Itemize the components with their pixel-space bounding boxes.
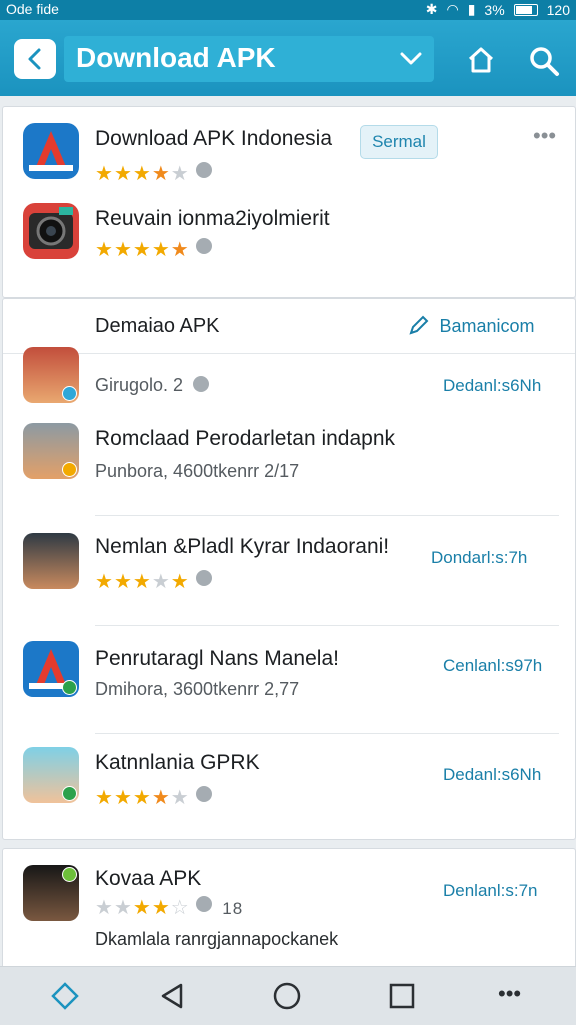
navigation-bar: ••• xyxy=(0,966,576,1025)
download-button[interactable]: Dedanl:s6Nh xyxy=(443,376,541,396)
page-title: Download APK xyxy=(76,42,276,73)
avatar[interactable] xyxy=(23,533,79,589)
download-button[interactable]: Dondarl:s:7h xyxy=(431,548,527,568)
item-title[interactable]: Kovaa APK xyxy=(95,867,201,891)
chevron-down-icon xyxy=(400,52,422,65)
avatar[interactable] xyxy=(23,865,79,921)
home-icon[interactable] xyxy=(466,45,496,75)
wifi-icon: ◠ xyxy=(446,1,459,17)
camera-icon xyxy=(29,207,73,249)
badge-icon xyxy=(62,680,77,695)
avatar[interactable] xyxy=(23,347,79,403)
app-name[interactable]: Download APK Indonesia xyxy=(95,127,332,151)
item-subtitle: Dmihora, 3600tkenrr 2,77 xyxy=(95,679,300,699)
app-icon[interactable] xyxy=(23,203,79,259)
info-icon xyxy=(195,162,212,178)
recents-square-icon[interactable] xyxy=(387,981,417,1011)
battery-icon xyxy=(513,3,538,16)
status-badge: Sermal xyxy=(360,125,438,159)
download-button[interactable]: Cenlanl:s97h xyxy=(443,656,542,676)
verified-badge-icon xyxy=(62,386,77,401)
search-icon[interactable] xyxy=(528,45,560,77)
pencil-icon xyxy=(409,315,429,335)
item-title[interactable]: Nemlan &Pladl Kyrar Indaorani! xyxy=(95,535,389,559)
signal-icon: ▮ xyxy=(467,1,476,17)
chevron-left-icon xyxy=(28,48,41,70)
battery-percent: 3% xyxy=(484,1,505,18)
item-subtitle: Punbora, 4600tkenrr 2/17 xyxy=(95,461,300,481)
rating-stars: ★★★★★ xyxy=(95,161,212,186)
status-bar: Ode fide ✱ ◠ ▮ 3% 120 xyxy=(0,0,576,20)
item-title[interactable]: Katnnlania GPRK xyxy=(95,751,260,775)
back-triangle-icon[interactable] xyxy=(157,981,187,1011)
info-icon xyxy=(195,786,212,802)
back-button[interactable] xyxy=(14,39,56,79)
item-title[interactable]: Romclaad Perodarletan indapnk xyxy=(95,427,395,451)
badge-icon xyxy=(62,867,77,882)
carrier-label: Ode fide xyxy=(6,1,59,17)
featured-card: Download APK Indonesia Sermal ••• ★★★★★ … xyxy=(2,106,576,298)
rating-stars: ★★★★☆ 18 xyxy=(95,896,244,919)
badge-icon xyxy=(62,786,77,801)
download-button[interactable]: Dedanl:s6Nh xyxy=(443,765,541,785)
item-subtitle: Girugolo. 2 xyxy=(95,375,184,395)
section-header: Demaiao APK xyxy=(95,315,220,337)
clock: 120 xyxy=(546,1,570,18)
info-icon xyxy=(195,238,212,254)
rating-stars: ★★★★★ xyxy=(95,785,212,810)
download-button[interactable]: Denlanl:s:7n xyxy=(443,881,538,901)
section-link[interactable]: Bamanicom xyxy=(407,313,535,337)
more-options-icon[interactable]: ••• xyxy=(533,123,556,149)
app-icon[interactable] xyxy=(23,123,79,179)
list-section-card: Demaiao APK Bamanicom Girugolo. 2 Dedanl… xyxy=(2,298,576,840)
diamond-icon[interactable] xyxy=(50,981,80,1011)
app-icon[interactable] xyxy=(23,641,79,697)
item-description: Dkamlala ranrgjannapockanek xyxy=(95,929,339,949)
section-link-label: Bamanicom xyxy=(439,316,535,336)
more-options-icon[interactable]: ••• xyxy=(498,981,521,1007)
app-bar: Download APK xyxy=(0,20,576,96)
info-icon xyxy=(195,570,212,586)
info-icon xyxy=(195,896,212,912)
item-title[interactable]: Penrutaragl Nans Manela! xyxy=(95,647,339,671)
rating-stars: ★★★★★ xyxy=(95,569,212,594)
title-dropdown[interactable]: Download APK xyxy=(64,36,434,82)
home-circle-icon[interactable] xyxy=(272,981,302,1011)
badge-icon xyxy=(62,462,77,477)
avatar[interactable] xyxy=(23,747,79,803)
bottom-card: Kovaa APK Denlanl:s:7n ★★★★☆ 18 Dkamlala… xyxy=(2,848,576,980)
info-icon xyxy=(193,376,209,392)
avatar[interactable] xyxy=(23,423,79,479)
a-logo-icon xyxy=(29,131,73,171)
bluetooth-icon: ✱ xyxy=(425,1,438,17)
rating-stars: ★★★★★ xyxy=(95,237,212,262)
rating-count: 18 xyxy=(222,899,244,918)
app-name[interactable]: Reuvain ionma2iyolmierit xyxy=(95,207,330,231)
